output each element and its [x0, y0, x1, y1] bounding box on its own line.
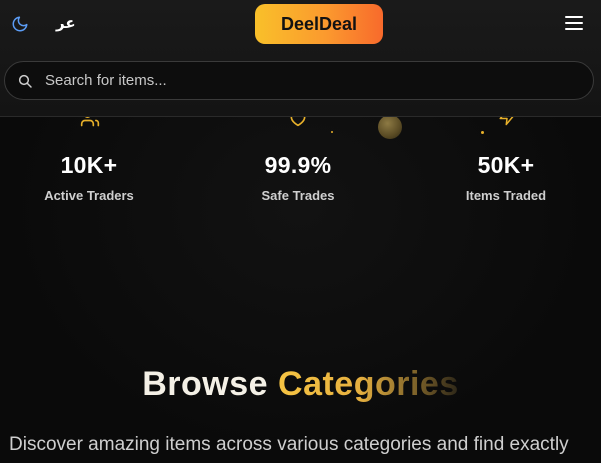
- stat-items-traded: 50K+ Items Traded: [421, 152, 591, 203]
- search-icon: [18, 74, 32, 88]
- decorative-dot: [331, 131, 333, 133]
- decorative-dot: [481, 131, 484, 134]
- section-title: Browse Categories: [0, 365, 601, 404]
- search-bar: [4, 61, 594, 100]
- stat-value: 50K+: [477, 152, 535, 178]
- stat-label: Items Traded: [465, 188, 547, 203]
- stat-active-traders: 10K+ Active Traders: [4, 152, 174, 203]
- stat-value: 10K+: [60, 152, 118, 178]
- moon-icon[interactable]: [11, 15, 29, 33]
- language-toggle[interactable]: عر: [56, 14, 76, 32]
- hamburger-menu-icon[interactable]: [565, 16, 583, 32]
- section-title-part1: Browse: [142, 365, 269, 403]
- stat-safe-trades: 99.9% Safe Trades: [213, 152, 383, 203]
- search-input[interactable]: [45, 72, 593, 89]
- logo-button[interactable]: DeelDeal: [255, 4, 383, 44]
- top-header: عر DeelDeal: [0, 0, 601, 117]
- decorative-orb: [378, 115, 402, 139]
- section-title-part2: Categories: [278, 365, 459, 403]
- page: عر DeelDeal 10K+ Active Traders 99.9% Sa…: [0, 0, 601, 463]
- stat-value: 99.9%: [264, 152, 332, 178]
- stat-label: Safe Trades: [261, 188, 335, 203]
- stat-label: Active Traders: [44, 188, 134, 203]
- section-description: Discover amazing items across various ca…: [9, 434, 569, 455]
